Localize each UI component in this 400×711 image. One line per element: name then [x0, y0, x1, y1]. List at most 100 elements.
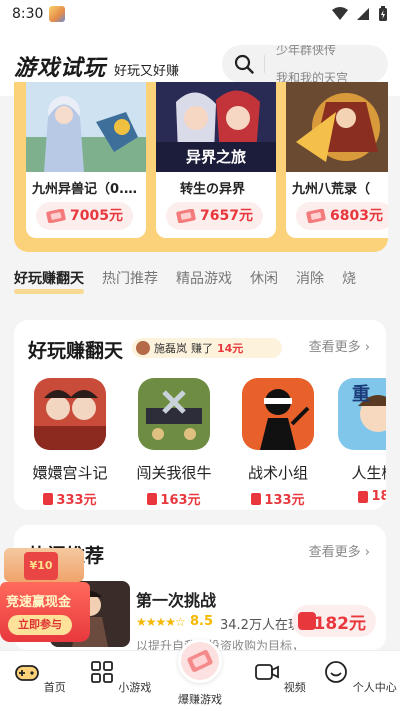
cash-bundle-icon[interactable]: [178, 639, 222, 683]
game-title: 第一次挑战: [136, 591, 217, 610]
tab-hot[interactable]: 热门推荐: [102, 268, 158, 288]
reward-value: 333元: [56, 493, 97, 508]
tab-casual[interactable]: 休闲: [250, 268, 278, 288]
reward-amount: 163元: [132, 489, 216, 508]
battery-icon: [379, 6, 387, 21]
game-name: 闯关我很牛: [136, 464, 212, 482]
game-art-image: [26, 82, 146, 172]
page-subtitle: 好玩又好赚: [114, 64, 180, 79]
game-card[interactable]: 九州异兽记（0.… 7005元: [26, 82, 146, 238]
reward-amount: 18: [332, 489, 386, 504]
search-icon[interactable]: [234, 54, 254, 74]
notification-app-icon: [49, 6, 66, 22]
video-camera-icon: [255, 664, 280, 680]
search-bar[interactable]: 少年群侠传 我和我的天宫: [222, 45, 388, 83]
search-divider: [264, 55, 265, 73]
status-indicators: [332, 6, 388, 22]
cash-icon: [176, 209, 196, 223]
reward-amount: 7005元: [70, 208, 123, 224]
cash-icon: [147, 492, 158, 505]
game-item[interactable]: 战术小组 133元: [236, 378, 320, 508]
category-tabs: 好玩赚翻天 热门推荐 精品游戏 休闲 消除 烧: [0, 258, 400, 298]
reward-pill: 6803元: [296, 202, 388, 230]
see-more-link[interactable]: 查看更多 ›: [309, 336, 370, 355]
cash-icon: [46, 209, 66, 223]
reward-pill: 7657元: [166, 202, 263, 230]
cash-icon: [43, 492, 54, 505]
game-name: 战术小组: [247, 464, 308, 482]
reward-button[interactable]: 182元: [292, 605, 376, 637]
game-icon: 重: [338, 378, 386, 450]
section-fun-earn: 好玩赚翻天 施磊岚 赚了 14元 查看更多 › 嬛嬛宫斗记 333元 闯关我很牛…: [14, 320, 386, 510]
game-icon: [242, 378, 314, 450]
star-rating-icons: ★★★★☆: [136, 615, 186, 629]
game-card[interactable]: 九州八荒录（ 6803元: [286, 82, 388, 238]
nav-home[interactable]: 首页: [0, 659, 80, 695]
smiley-icon: [325, 661, 348, 683]
ticker-verb: 赚了: [191, 342, 213, 355]
reward-value: 18: [371, 489, 386, 504]
promo-panel: 竞速赢现金 立即参与: [0, 582, 90, 642]
grid-icon: [90, 661, 113, 683]
gamepad-icon: [15, 665, 40, 681]
reward-value: 163元: [160, 493, 201, 508]
cash-icon: [298, 612, 316, 630]
signal-icon: [357, 8, 369, 20]
game-art-caption: 异界之旅: [186, 148, 246, 166]
promo-title: 竞速赢现金: [6, 595, 72, 610]
nav-profile[interactable]: 个人中心: [320, 659, 400, 695]
nav-mini-games[interactable]: 小游戏: [80, 659, 160, 695]
game-item[interactable]: 重 人生榜 18: [332, 378, 386, 504]
game-description: 以提升自我和投资收购为目标，: [136, 639, 305, 650]
red-envelope-icon: ¥10: [24, 552, 58, 580]
search-hint: 少年群侠传: [276, 45, 337, 57]
see-more-link[interactable]: 查看更多 ›: [309, 541, 370, 560]
nav-label: 视频: [283, 681, 306, 694]
game-name: 嬛嬛宫斗记: [32, 464, 108, 482]
game-name: 人生榜: [351, 464, 386, 482]
reward-amount: 333元: [28, 489, 112, 508]
game-item[interactable]: 嬛嬛宫斗记 333元: [28, 378, 112, 508]
status-bar: 8:30: [0, 0, 400, 28]
cash-icon: [306, 209, 326, 223]
game-name: 九州异兽记（0.…: [32, 182, 137, 197]
search-hint-roller[interactable]: 少年群侠传 我和我的天宫: [276, 45, 348, 83]
reward-amount: 182元: [313, 613, 367, 634]
players-count: 34.2万人在玩: [220, 618, 301, 633]
featured-games-carousel[interactable]: 九州异兽记（0.… 7005元 异界之旅 转生の异界 7657元 九州八荒录（ …: [14, 82, 388, 252]
race-cash-promo[interactable]: ¥10 竞速赢现金 立即参与: [0, 548, 90, 644]
game-icon: [34, 378, 106, 450]
nav-label: 个人中心: [352, 681, 397, 694]
svg-text:重: 重: [352, 383, 370, 405]
game-art-image: [286, 82, 388, 172]
status-time: 8:30: [12, 6, 44, 22]
reward-amount: 7657元: [200, 208, 253, 224]
bottom-navigation: 首页 小游戏 爆赚游戏 视频 个人中心: [0, 639, 400, 711]
reward-amount: 133元: [236, 489, 320, 508]
reward-pill: 7005元: [36, 202, 133, 230]
tab-fun-earn[interactable]: 好玩赚翻天: [14, 268, 84, 294]
tab-match[interactable]: 消除: [296, 268, 324, 288]
wifi-icon: [332, 7, 348, 20]
nav-label: 首页: [43, 681, 66, 694]
tab-premium[interactable]: 精品游戏: [176, 268, 232, 288]
reward-amount: 6803元: [330, 208, 383, 224]
game-name: 九州八荒录（: [292, 182, 371, 197]
cash-icon: [251, 492, 262, 505]
join-now-button[interactable]: 立即参与: [8, 615, 72, 635]
avatar: [136, 341, 150, 355]
nav-label: 爆赚游戏: [178, 693, 222, 706]
ticker-user: 施磊岚: [154, 342, 187, 355]
nav-label: 小游戏: [118, 681, 152, 694]
nav-video[interactable]: 视频: [240, 659, 320, 695]
ticker-amount: 14元: [217, 342, 244, 355]
page-title: 游戏试玩: [14, 55, 107, 81]
game-item[interactable]: 闯关我很牛 163元: [132, 378, 216, 508]
game-name: 转生の异界: [180, 182, 246, 197]
search-hint: 我和我的天宫: [276, 71, 349, 83]
game-card[interactable]: 异界之旅 转生の异界 7657元: [156, 82, 276, 238]
game-art-image: 异界之旅: [156, 82, 276, 172]
game-icon: [138, 378, 210, 450]
tab-more[interactable]: 烧: [342, 268, 356, 288]
earnings-ticker: 施磊岚 赚了 14元: [132, 338, 282, 358]
